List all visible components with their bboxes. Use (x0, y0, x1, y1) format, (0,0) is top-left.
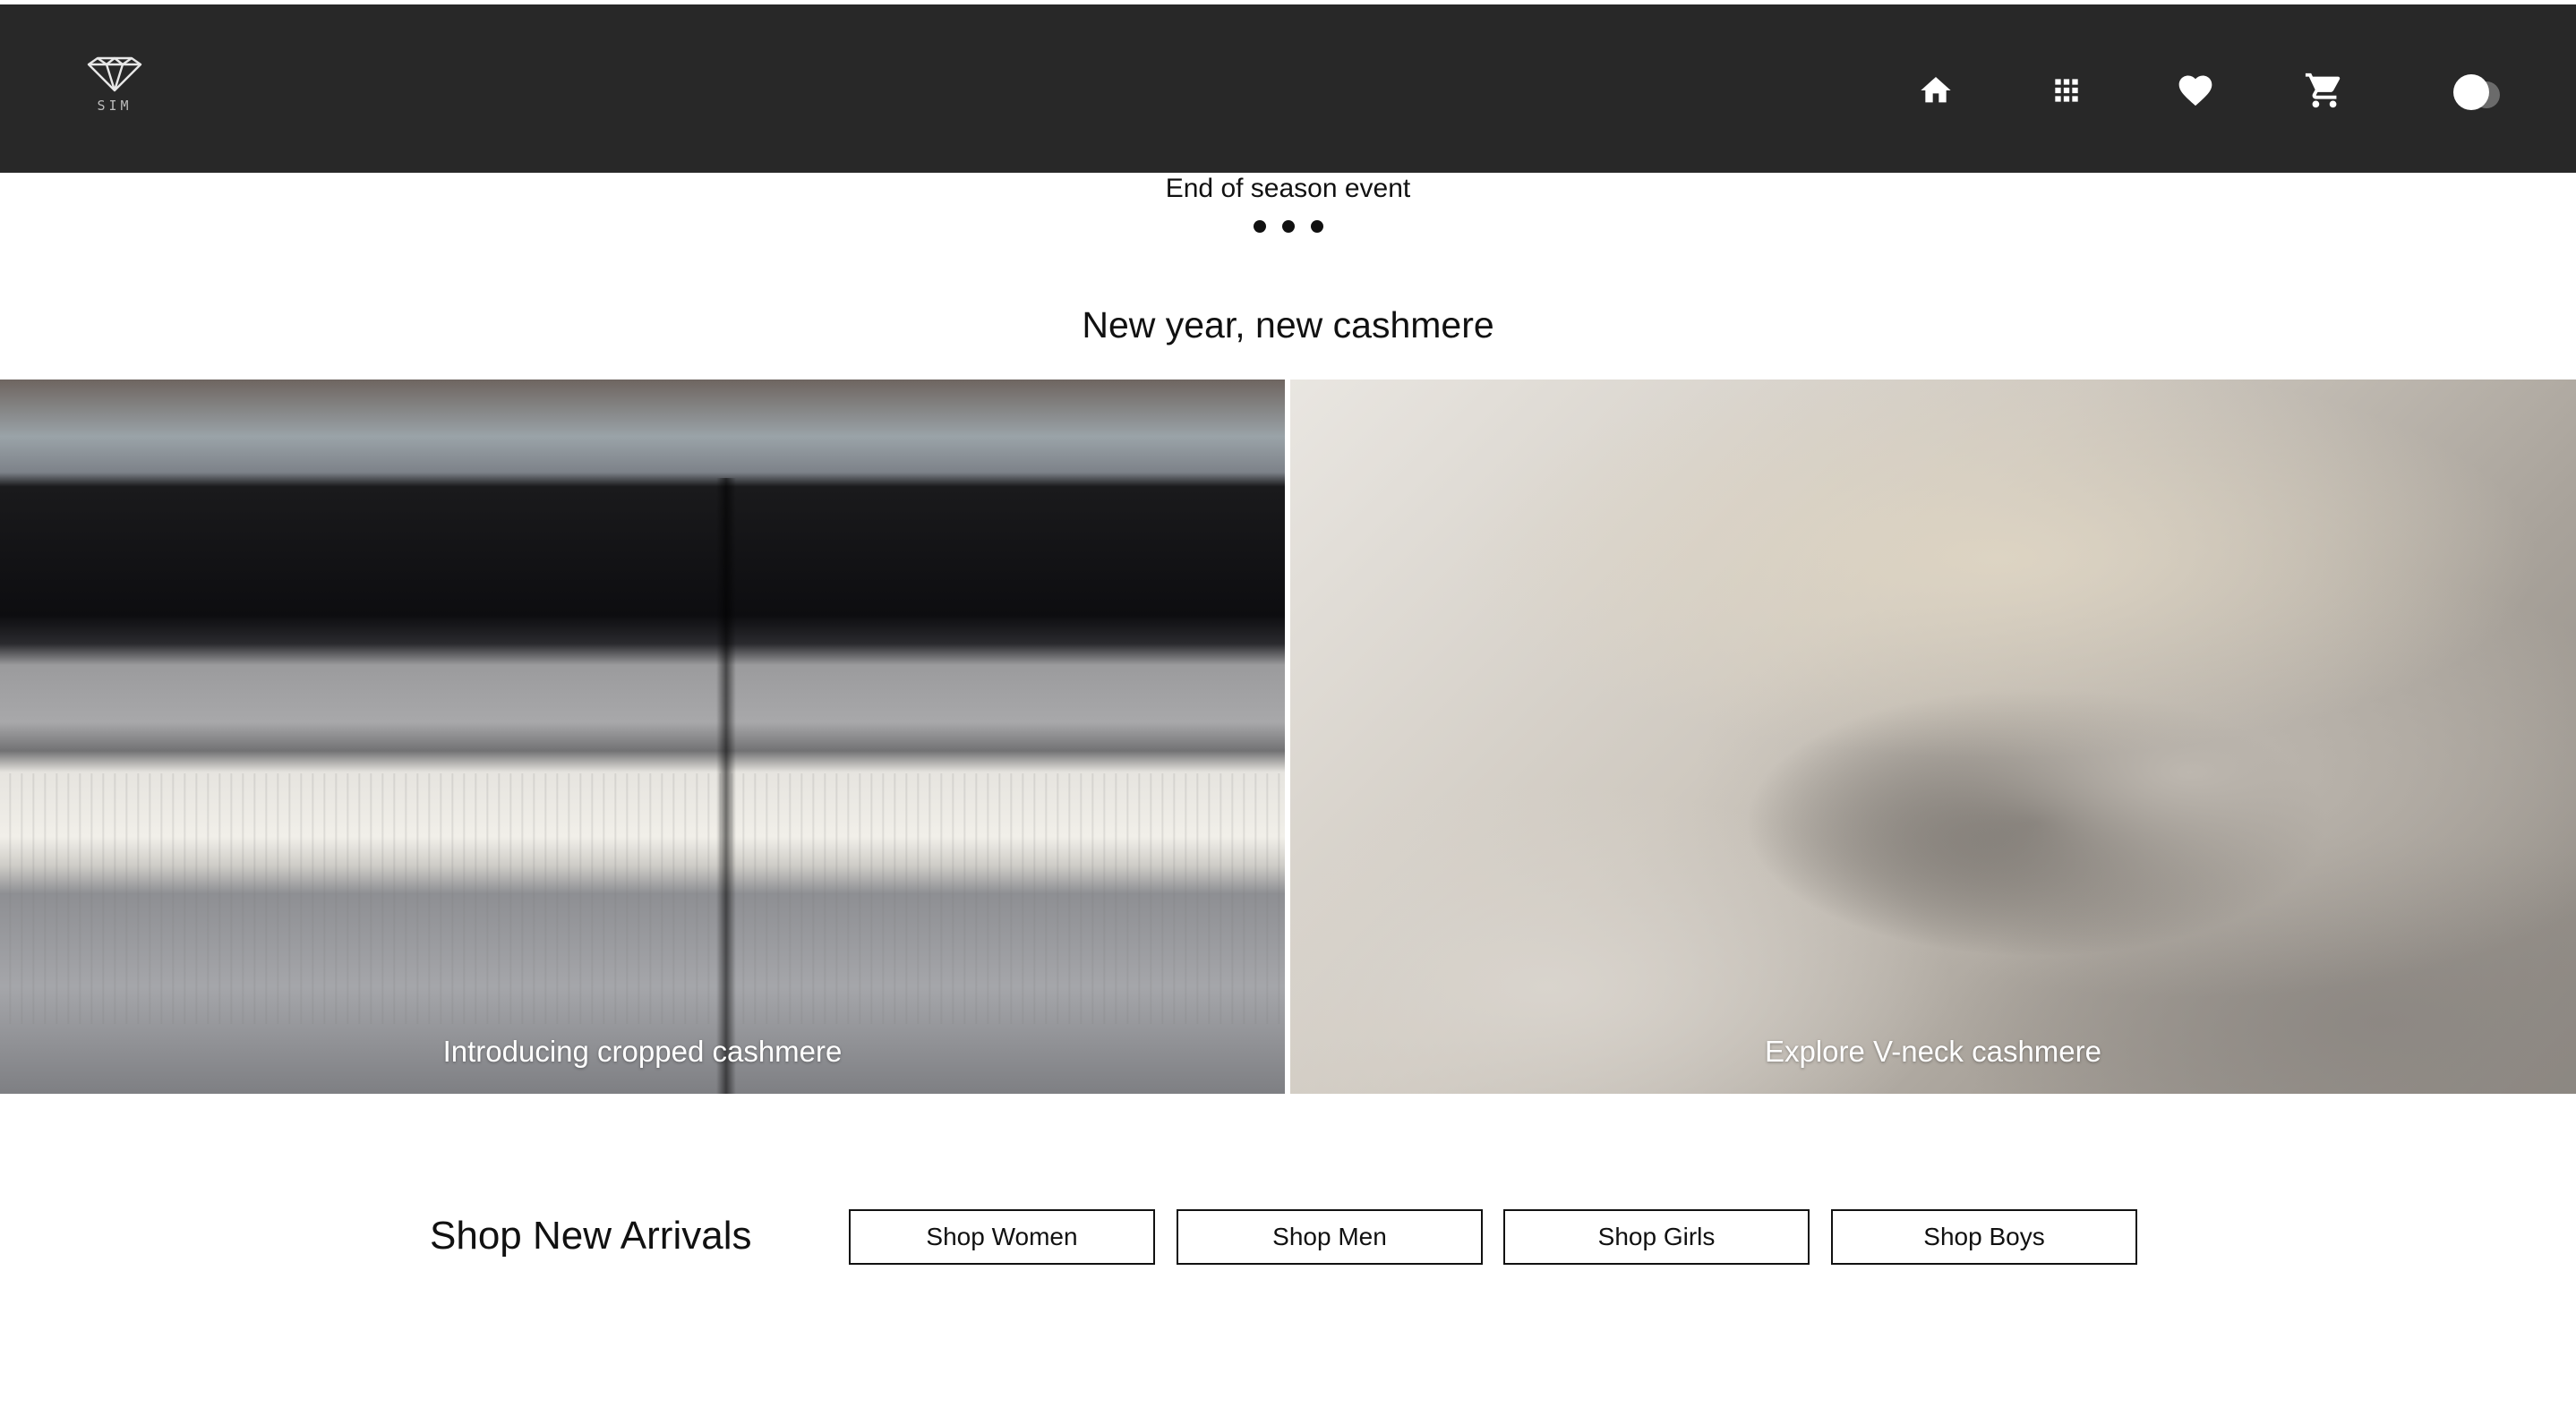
carousel-dot[interactable] (1281, 220, 1295, 233)
carousel-dot[interactable] (1253, 220, 1266, 233)
brand-logo-text: SIM (97, 98, 133, 114)
top-navigation-bar: SIM (0, 4, 2576, 173)
promo-caption[interactable]: Explore V-neck cashmere (1290, 1035, 2576, 1069)
theme-toggle-knob (2453, 74, 2489, 110)
home-icon[interactable] (1913, 67, 1959, 114)
grid-icon[interactable] (2043, 67, 2090, 114)
sweater-knit-texture (0, 773, 1285, 1024)
brand-logo[interactable]: SIM (82, 56, 147, 128)
heart-icon[interactable] (2172, 67, 2219, 114)
shop-girls-button[interactable]: Shop Girls (1503, 1209, 1810, 1265)
cart-icon[interactable] (2301, 67, 2348, 114)
theme-toggle[interactable] (2450, 74, 2514, 110)
announcement-text[interactable]: End of season event (0, 174, 2576, 204)
shop-men-button[interactable]: Shop Men (1177, 1209, 1483, 1265)
carousel-dots (0, 220, 2576, 233)
promo-caption[interactable]: Introducing cropped cashmere (0, 1035, 1285, 1069)
carousel-dot[interactable] (1310, 220, 1323, 233)
cashmere-photo (1290, 380, 2576, 1094)
shop-boys-button[interactable]: Shop Boys (1831, 1209, 2137, 1265)
diamond-logo-icon (87, 56, 142, 92)
arrivals-title: Shop New Arrivals (430, 1214, 752, 1258)
promo-card-vneck[interactable]: Explore V-neck cashmere (1290, 380, 2576, 1094)
shop-women-button[interactable]: Shop Women (849, 1209, 1155, 1265)
section-title: New year, new cashmere (1082, 304, 1494, 345)
promo-card-cropped[interactable]: Introducing cropped cashmere (0, 380, 1285, 1094)
